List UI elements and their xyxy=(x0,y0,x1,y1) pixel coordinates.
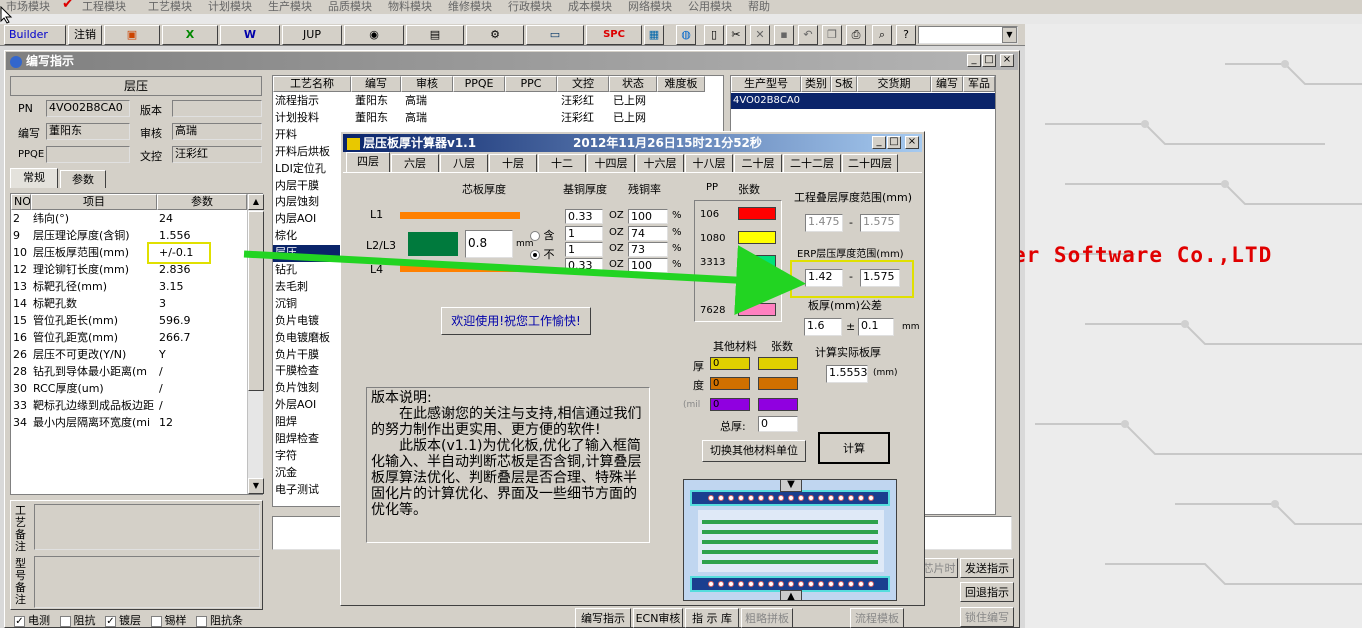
mouse-cursor-icon xyxy=(0,6,13,24)
annotation-arrow-line xyxy=(243,245,806,315)
annotation-arrow xyxy=(243,245,806,315)
calc-tab[interactable]: 四层 xyxy=(346,152,390,172)
